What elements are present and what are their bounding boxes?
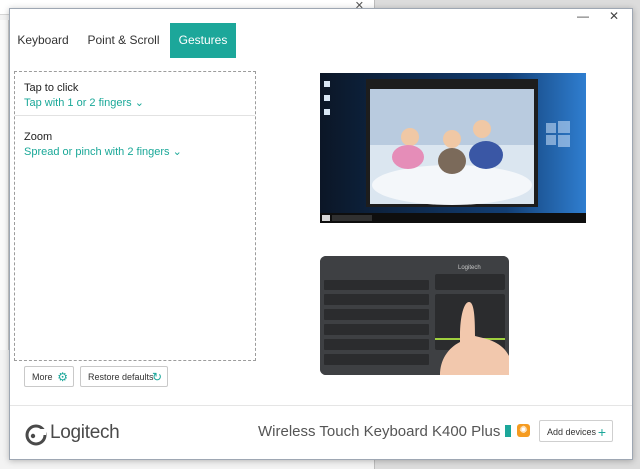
close-button[interactable]: ✕ [609,9,619,23]
device-name: Wireless Touch Keyboard K400 Plus [258,423,501,440]
svg-text:Logitech: Logitech [458,265,481,271]
brand-wordmark: Logitech [50,422,120,443]
tab-gestures[interactable]: Gestures [170,23,236,58]
add-devices-label: Add devices [547,427,597,437]
gesture-value-dropdown[interactable]: Spread or pinch with 2 fingers ⌄ [24,145,255,158]
gesture-value: Tap with 1 or 2 fingers [24,97,132,109]
gear-icon: ⚙ [57,370,68,384]
plus-icon: + [597,424,606,440]
monitor-illustration [320,73,586,223]
restore-defaults-button[interactable]: Restore defaults ↻ [80,366,168,387]
footer-divider [10,405,632,406]
titlebar: — ✕ [10,9,632,23]
minimize-button[interactable]: — [577,9,589,23]
gesture-name: Zoom [24,131,53,143]
tab-point-scroll[interactable]: Point & Scroll [78,23,169,58]
gesture-tap-to-click: Tap to click Tap with 1 or 2 fingers ⌄ [15,82,255,109]
refresh-icon: ↻ [151,370,162,384]
gesture-value-dropdown[interactable]: Tap with 1 or 2 fingers ⌄ [24,96,255,109]
more-button[interactable]: More ⚙ [24,366,74,387]
gesture-value: Spread or pinch with 2 fingers [24,146,170,158]
gesture-zoom: Zoom Spread or pinch with 2 fingers ⌄ [15,131,255,158]
gesture-name: Tap to click [24,82,79,94]
divider [15,115,255,116]
chevron-down-icon: ⌄ [172,146,182,158]
gesture-list: Tap to click Tap with 1 or 2 fingers ⌄ Z… [14,71,256,361]
add-devices-button[interactable]: Add devices + [539,420,613,442]
keyboard-illustration: Logitech [320,256,509,375]
logitech-options-window: — ✕ Keyboard Point & Scroll Gestures Tap… [9,8,633,460]
restore-label: Restore defaults [88,372,154,382]
unifying-receiver-icon: ✺ [517,424,530,437]
tab-bar: Keyboard Point & Scroll Gestures [10,23,632,58]
more-label: More [32,372,53,382]
battery-icon [505,425,511,437]
tab-keyboard[interactable]: Keyboard [10,23,76,58]
background-window-sidebar [0,20,9,350]
chevron-down-icon: ⌄ [134,97,144,109]
